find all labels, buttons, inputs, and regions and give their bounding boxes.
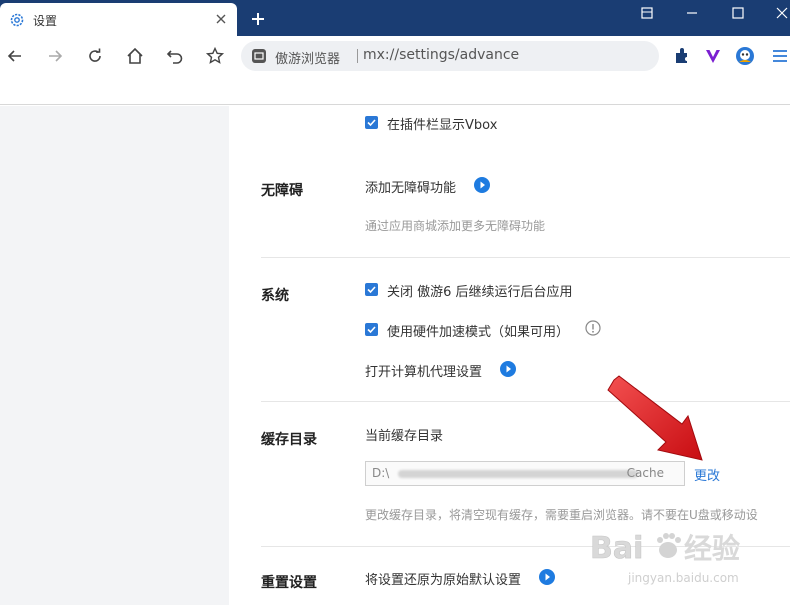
forward-icon[interactable] — [45, 46, 65, 66]
new-tab-icon[interactable] — [249, 10, 267, 28]
proxy-settings-label[interactable]: 打开计算机代理设置 — [365, 361, 482, 380]
close-background-label: 关闭 傲游6 后继续运行后台应用 — [387, 285, 573, 300]
toolbar: 傲游浏览器 mx://settings/advance — [0, 36, 790, 76]
info-icon[interactable] — [585, 320, 601, 336]
gear-icon — [10, 13, 24, 27]
hardware-accel-checkbox[interactable] — [365, 323, 378, 336]
close-window-icon[interactable] — [771, 4, 790, 22]
cache-path-blurred — [398, 470, 638, 478]
home-icon[interactable] — [125, 46, 145, 66]
baidu-watermark: Bai 经验 jingyan.baidu.com — [590, 531, 740, 585]
tab-settings[interactable]: 设置 — [0, 3, 237, 36]
vbox-checkbox[interactable] — [365, 116, 378, 129]
extensions-icon[interactable] — [672, 46, 692, 66]
undo-icon[interactable] — [165, 46, 185, 66]
reset-title: 重置设置 — [261, 575, 317, 591]
add-accessibility-label[interactable]: 添加无障碍功能 — [365, 177, 456, 196]
accessibility-title: 无障碍 — [261, 183, 303, 199]
system-title: 系统 — [261, 288, 289, 304]
close-background-checkbox[interactable] — [365, 283, 378, 296]
play-arrow-icon — [545, 573, 550, 581]
svg-text:Bai: Bai — [590, 531, 643, 566]
check-icon — [367, 286, 376, 294]
bookmark-bar — [0, 76, 790, 105]
cache-title: 缓存目录 — [261, 432, 317, 448]
maximize-icon[interactable] — [727, 4, 749, 22]
proxy-settings-button[interactable] — [500, 361, 516, 377]
maxthon-page-icon — [252, 49, 266, 63]
separator — [357, 49, 358, 63]
cache-path-prefix: D:\ — [372, 466, 390, 480]
star-icon[interactable] — [205, 46, 225, 66]
back-icon[interactable] — [5, 46, 25, 66]
site-name: 傲游浏览器 — [275, 52, 341, 67]
red-pointer-arrow — [607, 375, 703, 461]
add-accessibility-button[interactable] — [474, 177, 490, 193]
address-bar[interactable]: 傲游浏览器 mx://settings/advance — [241, 41, 659, 71]
menu-icon[interactable] — [770, 46, 790, 66]
accessibility-desc: 通过应用商城添加更多无障碍功能 — [365, 219, 546, 233]
divider — [261, 257, 790, 258]
current-cache-label: 当前缓存目录 — [365, 429, 444, 444]
check-icon — [367, 326, 376, 334]
url-text[interactable]: mx://settings/advance — [363, 47, 519, 63]
play-arrow-icon — [480, 181, 485, 189]
close-tab-icon[interactable] — [213, 11, 229, 27]
settings-sidebar — [0, 106, 229, 605]
tab-title: 设置 — [33, 14, 58, 28]
vbox-icon[interactable] — [703, 46, 723, 66]
avatar-icon[interactable] — [735, 46, 755, 66]
minimize-icon[interactable] — [681, 4, 703, 22]
reload-icon[interactable] — [85, 46, 105, 66]
restore-defaults-button[interactable] — [539, 569, 555, 585]
title-bar: 设置 — [0, 0, 790, 36]
restore-icon[interactable] — [636, 4, 658, 22]
hardware-accel-label: 使用硬件加速模式（如果可用） — [387, 325, 570, 340]
svg-text:jingyan.baidu.com: jingyan.baidu.com — [627, 571, 739, 585]
play-arrow-icon — [506, 365, 511, 373]
restore-defaults-label[interactable]: 将设置还原为原始默认设置 — [365, 569, 521, 588]
svg-text:经验: 经验 — [684, 532, 740, 565]
vbox-label: 在插件栏显示Vbox — [387, 118, 498, 133]
check-icon — [367, 119, 376, 127]
